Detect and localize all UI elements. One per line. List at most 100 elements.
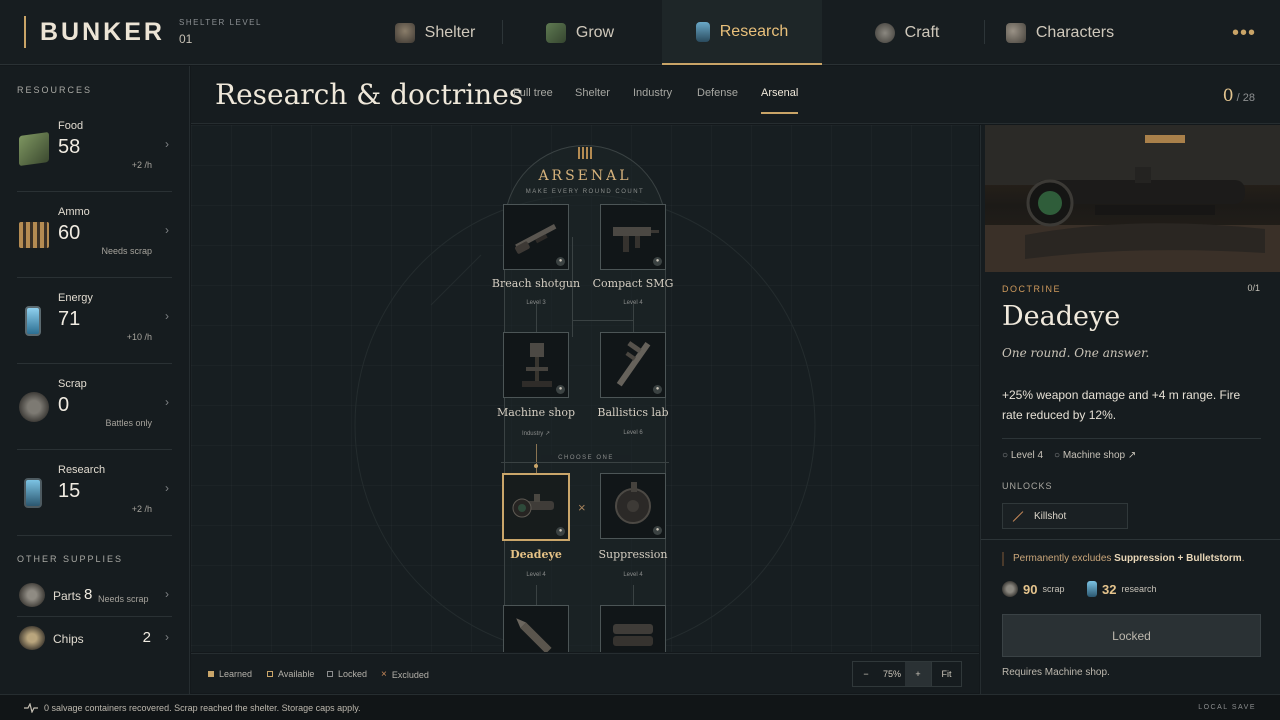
lock-icon: ● — [556, 257, 565, 266]
resource-name: Research — [58, 464, 106, 476]
legend-learned: Learned — [208, 669, 252, 679]
branch-subtitle: MAKE EVERY ROUND COUNT — [525, 189, 645, 195]
legend-label: Available — [278, 669, 315, 679]
tab-full-tree[interactable]: Full tree — [513, 87, 553, 99]
research-canister-icon — [24, 478, 42, 508]
resource-value: 60 — [58, 222, 81, 244]
chevron-right-icon: › — [165, 395, 169, 409]
tree-connector — [536, 444, 537, 474]
nav-tab-craft[interactable]: Craft — [852, 0, 962, 65]
gears-icon — [874, 22, 895, 43]
tree-node-breach-shotgun[interactable]: ● — [503, 204, 569, 270]
nav-tab-characters[interactable]: Characters — [995, 0, 1125, 65]
tree-node-machine-shop[interactable]: ● — [503, 332, 569, 398]
resource-rate: Needs scrap — [101, 246, 152, 256]
requirement-building-link[interactable]: ○ Machine shop ↗ — [1054, 450, 1136, 461]
shelter-level-value: 01 — [179, 32, 193, 46]
chevron-right-icon: › — [165, 630, 169, 644]
resources-sidebar: RESOURCES Food 58 +2 /h › Ammo 60 Needs … — [0, 66, 190, 694]
tab-arsenal[interactable]: Arsenal — [761, 87, 799, 114]
ammo-icon — [19, 222, 49, 248]
rifle-scope-image — [985, 125, 1280, 272]
supplies-heading: OTHER SUPPLIES — [17, 554, 124, 564]
node-level: Level 4 — [623, 572, 643, 578]
tree-node-ballistics-lab[interactable]: ● — [600, 332, 666, 398]
tree-connector — [536, 585, 537, 605]
supply-parts[interactable]: Parts 8 Needs scrap › — [17, 575, 172, 617]
resource-rate: Battles only — [105, 418, 152, 428]
zoom-in-button[interactable]: + — [905, 662, 931, 686]
resource-value: 58 — [58, 136, 81, 158]
tab-shelter[interactable]: Shelter — [575, 87, 610, 99]
lock-icon: ● — [556, 385, 565, 394]
resource-ammo[interactable]: Ammo 60 Needs scrap › — [17, 192, 172, 278]
top-bar: BUNKER SHELTER LEVEL 01 Shelter Grow Res… — [0, 0, 1280, 65]
unlock-item-label: Killshot — [1034, 510, 1067, 522]
tree-node-suppression[interactable]: ● — [600, 473, 666, 539]
supply-note: Needs scrap — [98, 594, 149, 604]
tree-node-deadeye[interactable]: ● — [502, 473, 570, 541]
branch-title: ARSENAL — [538, 168, 632, 184]
resource-name: Scrap — [58, 378, 87, 390]
requirement-bullet-icon: ○ — [1054, 450, 1061, 461]
research-tree-canvas[interactable]: ARSENAL MAKE EVERY ROUND COUNT ● Breach … — [191, 125, 979, 652]
cost-label: scrap — [1042, 584, 1065, 594]
tree-legend-bar: Learned Available Locked × Excluded − 75%… — [191, 653, 979, 693]
tree-connector — [501, 462, 669, 463]
resource-name: Food — [58, 120, 84, 132]
unlock-item-killshot[interactable]: Killshot — [1002, 503, 1128, 529]
nav-divider — [984, 20, 985, 44]
tree-node-round[interactable] — [503, 605, 569, 652]
resource-value: 15 — [58, 480, 81, 502]
nav-tab-research[interactable]: Research — [662, 0, 822, 65]
tree-connector — [633, 304, 634, 332]
chevron-right-icon: › — [165, 587, 169, 601]
supply-value: 8 — [84, 586, 93, 603]
scrap-icon — [1002, 581, 1018, 597]
nav-tab-shelter[interactable]: Shelter — [370, 0, 500, 65]
tab-industry[interactable]: Industry — [633, 87, 672, 99]
tree-node-compact-smg[interactable]: ● — [600, 204, 666, 270]
divider — [981, 539, 1280, 540]
status-message: 0 salvage containers recovered. Scrap re… — [44, 703, 361, 713]
resource-value: 71 — [58, 308, 81, 330]
exclusion-items: Suppression + Bulletstorm — [1114, 553, 1242, 564]
progress-total: / 28 — [1236, 92, 1255, 104]
resource-energy[interactable]: Energy 71 +10 /h › — [17, 278, 172, 364]
tree-connector — [536, 304, 537, 332]
zoom-fit-button[interactable]: Fit — [931, 662, 961, 686]
zoom-out-button[interactable]: − — [853, 662, 879, 686]
doctrine-detail-panel: DOCTRINE 0/1 Deadeye One round. One answ… — [980, 125, 1280, 694]
tab-defense[interactable]: Defense — [697, 87, 738, 99]
exclusion-warning: Permanently excludes Suppression + Bulle… — [1002, 552, 1264, 566]
zoom-control: − 75% + Fit — [852, 661, 962, 687]
research-progress: 0 / 28 — [1223, 86, 1255, 106]
resource-research[interactable]: Research 15 +2 /h › — [17, 450, 172, 536]
legend-label: Locked — [338, 669, 368, 679]
nav-tab-label: Research — [719, 22, 789, 40]
nav-tab-grow[interactable]: Grow — [530, 0, 630, 65]
more-menu-button[interactable]: ••• — [1232, 22, 1256, 45]
local-save-indicator: LOCAL SAVE — [1198, 704, 1256, 711]
zoom-level: 75% — [882, 669, 901, 679]
research-canister-icon — [1087, 581, 1097, 597]
resource-food[interactable]: Food 58 +2 /h › — [17, 106, 172, 192]
nav-tab-label: Shelter — [424, 23, 476, 41]
supply-chips[interactable]: Chips 2 › — [17, 618, 172, 660]
exclusion-suffix: . — [1241, 553, 1245, 564]
progress-done: 0 — [1222, 86, 1234, 106]
food-crate-icon — [19, 131, 49, 167]
doctrine-count: 0/1 — [1247, 283, 1260, 293]
node-level: Level 6 — [623, 430, 643, 436]
excluded-x-icon: × — [381, 669, 387, 680]
requirement-note: Requires Machine shop. — [1002, 667, 1110, 678]
resource-scrap[interactable]: Scrap 0 Battles only › — [17, 364, 172, 450]
research-locked-button[interactable]: Locked — [1002, 614, 1261, 657]
chevron-right-icon: › — [165, 137, 169, 151]
legend-label: Learned — [219, 669, 253, 679]
brand-logo: BUNKER — [24, 16, 165, 48]
resources-heading: RESOURCES — [17, 85, 93, 95]
supply-name: Chips — [53, 632, 84, 646]
research-header: Research & doctrines Full tree Shelter I… — [191, 66, 1280, 124]
tree-node-launcher[interactable] — [600, 605, 666, 652]
